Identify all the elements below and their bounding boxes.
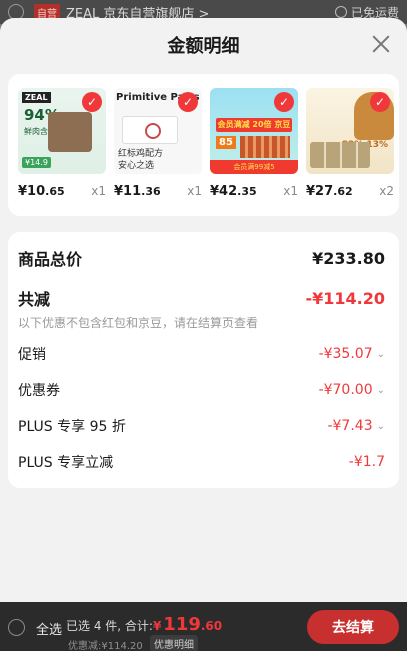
chevron-down-icon: ⌄ [376, 384, 385, 396]
price-details-card: 商品总价 ¥233.80 共减 -¥114.20 以下优惠不包含红包和京豆，请在… [8, 232, 399, 488]
product-strip: ZEAL 94% 鲜肉含量 ¥14.9 ✓ ¥10.65 x1 Primitiv… [8, 74, 399, 216]
amount-details-sheet: 金额明细 ZEAL 94% 鲜肉含量 ¥14.9 ✓ ¥10.65 x1 Pri… [0, 18, 407, 602]
amount-currency: ¥ [152, 619, 162, 633]
discount-details-button[interactable]: 优惠明细 [150, 635, 198, 651]
product-can [48, 112, 92, 152]
chevron-down-icon: ⌄ [376, 420, 385, 432]
product-image: 82% 13% ✓ [306, 88, 394, 174]
product-qty: x1 [187, 184, 202, 198]
checkmark-icon: ✓ [178, 92, 198, 112]
select-all-label[interactable]: 全选 [36, 619, 62, 638]
checkout-bar: 全选 已选 4 件, 合计: ¥ 119 .60 优惠减:¥114.20 优惠明… [0, 602, 407, 651]
selected-count-text: 已选 4 件, 合计: [66, 619, 153, 633]
product-count-badge: 85 [216, 136, 236, 149]
discount-line-promo[interactable]: 促销 -¥35.07 ⌄ [18, 344, 385, 364]
discount-note: 以下优惠不包含红包和京豆，请在结算页查看 [18, 316, 259, 330]
discount-value: -¥7.43 ⌄ [327, 418, 385, 434]
product-item[interactable]: Primitive Paws 红标鸡配方 安心之选 ✓ ¥11.36 x1 [114, 88, 202, 216]
discount-label: 促销 [18, 347, 46, 363]
total-label: 商品总价 [18, 250, 83, 269]
checkout-button[interactable]: 去结算 [307, 610, 399, 644]
discount-label: PLUS 专享 95 折 [18, 419, 126, 435]
chevron-down-icon: ⌄ [376, 348, 385, 360]
product-qty: x1 [283, 184, 298, 198]
product-qty: x1 [91, 184, 106, 198]
discount-label: 优惠券 [18, 383, 60, 399]
checkmark-icon: ✓ [370, 92, 390, 112]
discount-value: -¥1.7 [348, 454, 385, 470]
product-item[interactable]: 82% 13% ✓ ¥27.62 x2 [306, 88, 394, 216]
promo-footer: 会员满99减5 [210, 160, 298, 174]
checkmark-icon: ✓ [274, 92, 294, 112]
reduction-row: 共减 -¥114.20 [18, 286, 385, 310]
discount-value: -¥35.07 ⌄ [318, 346, 385, 362]
product-caption: 红标鸡配方 安心之选 [118, 149, 164, 171]
reduction-label: 共减 [18, 290, 51, 309]
product-cans [310, 142, 370, 168]
total-row: 商品总价 ¥233.80 [18, 246, 385, 270]
product-image: 会员满减 20倍 京豆 85 会员满99减5 ✓ [210, 88, 298, 174]
discount-label: PLUS 专享立减 [18, 455, 114, 471]
product-package [122, 116, 178, 144]
product-qty: x2 [379, 184, 394, 198]
product-treats [240, 136, 290, 158]
product-image: ZEAL 94% 鲜肉含量 ¥14.9 ✓ [18, 88, 106, 174]
reduction-value: -¥114.20 [305, 288, 385, 308]
sheet-title: 金额明细 [167, 36, 240, 57]
info-icon [334, 6, 347, 18]
discount-line-coupon[interactable]: 优惠券 -¥70.00 ⌄ [18, 380, 385, 400]
product-price: ¥11.36 [114, 184, 161, 199]
select-all-radio[interactable] [8, 619, 25, 636]
discount-line-plus-95[interactable]: PLUS 专享 95 折 -¥7.43 ⌄ [18, 416, 385, 436]
product-item[interactable]: 会员满减 20倍 京豆 85 会员满99减5 ✓ ¥42.35 x1 [210, 88, 298, 216]
close-icon[interactable] [369, 32, 393, 56]
checkmark-icon: ✓ [82, 92, 102, 112]
order-summary: 已选 4 件, 合计: ¥ 119 .60 [66, 614, 222, 635]
amount-decimal: .60 [200, 619, 223, 633]
discount-line-plus-instant: PLUS 专享立减 -¥1.7 [18, 452, 385, 472]
brand-logo: ZEAL [22, 92, 51, 103]
discount-value: -¥70.00 ⌄ [318, 382, 385, 398]
product-price: ¥42.35 [210, 184, 257, 199]
amount-integer: 119 [163, 614, 201, 635]
savings-text: 优惠减:¥114.20 [68, 641, 143, 651]
total-value: ¥233.80 [312, 248, 385, 268]
product-price-tag: ¥14.9 [22, 157, 51, 168]
product-price: ¥27.62 [306, 184, 353, 199]
product-price: ¥10.65 [18, 184, 65, 199]
promo-band: 会员满减 20倍 京豆 [216, 118, 292, 132]
product-item[interactable]: ZEAL 94% 鲜肉含量 ¥14.9 ✓ ¥10.65 x1 [18, 88, 106, 216]
product-image: Primitive Paws 红标鸡配方 安心之选 ✓ [114, 88, 202, 174]
